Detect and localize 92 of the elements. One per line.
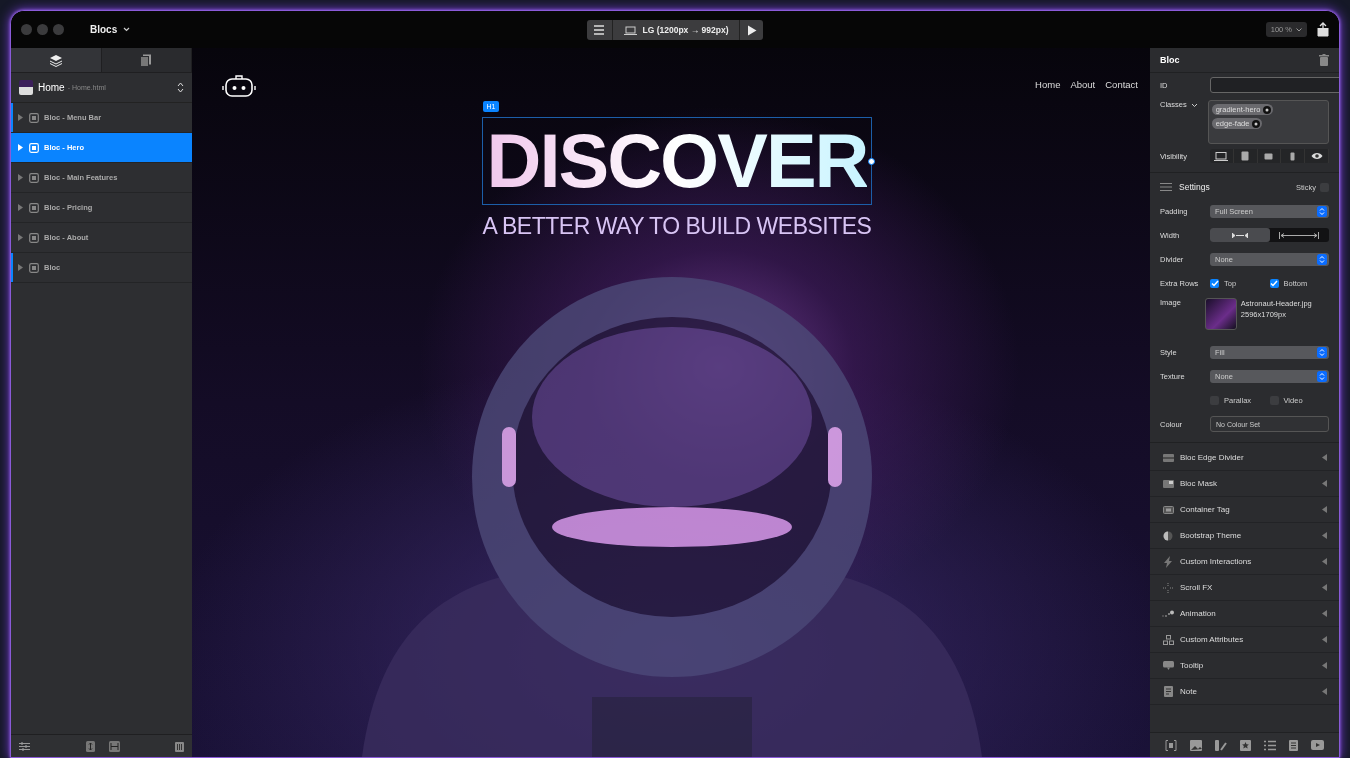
- resize-handle[interactable]: [868, 158, 876, 165]
- hierarchy-icon: [1162, 634, 1174, 645]
- disclosure-triangle-icon[interactable]: [18, 234, 23, 241]
- disclosure-triangle-icon: [1322, 454, 1327, 461]
- page-thumbnail: [19, 80, 33, 95]
- page-name: Home: [38, 82, 65, 93]
- disclosure-triangle-icon[interactable]: [18, 114, 23, 121]
- tooltip-icon: [1162, 661, 1174, 670]
- nav-link[interactable]: Home: [1035, 78, 1061, 90]
- share-icon[interactable]: [1317, 22, 1329, 37]
- bloc-icon: [29, 232, 39, 243]
- full-width-icon: [1279, 231, 1320, 239]
- disclosure-triangle-icon: [1322, 532, 1327, 539]
- trash-icon[interactable]: [175, 740, 184, 752]
- play-icon[interactable]: [747, 24, 758, 36]
- section-title: Settings: [1179, 182, 1210, 192]
- pages-icon[interactable]: [140, 53, 153, 67]
- disclosure-triangle-icon[interactable]: [18, 174, 23, 181]
- section-header[interactable]: Animation: [1150, 601, 1339, 627]
- contained-width-option[interactable]: [1210, 228, 1270, 242]
- bloc-icon: [29, 112, 39, 123]
- stepper-icon: [1317, 346, 1327, 358]
- disclosure-triangle-icon: [1322, 558, 1327, 565]
- section-header[interactable]: Custom Attributes: [1150, 627, 1339, 653]
- eye-icon[interactable]: [1310, 152, 1323, 160]
- nav-link[interactable]: About: [1070, 78, 1096, 90]
- bloc-icon: [29, 202, 39, 213]
- nav-link[interactable]: Contact: [1105, 78, 1138, 90]
- section-header[interactable]: Bootstrap Theme: [1150, 523, 1339, 549]
- star-icon[interactable]: [1240, 739, 1251, 751]
- section-header[interactable]: Bloc Mask: [1150, 471, 1339, 497]
- sliders-icon: [1160, 182, 1172, 192]
- breakpoint-button[interactable]: LG (1200px → 992px): [619, 25, 733, 35]
- tablet-icon[interactable]: [1264, 152, 1274, 160]
- lightning-icon: [1164, 555, 1172, 568]
- layers-icon[interactable]: [48, 53, 63, 67]
- chevron-icon: [123, 27, 131, 32]
- disclosure-triangle-icon[interactable]: [18, 264, 23, 271]
- hero-subheading: A BETTER WAY TO BUILD WEBSITES: [482, 213, 872, 240]
- menu-icon[interactable]: [592, 25, 605, 35]
- document-icon[interactable]: [1289, 739, 1299, 751]
- stepper-icon: [1317, 205, 1327, 217]
- section-header[interactable]: Tooltip: [1150, 653, 1339, 679]
- section-header[interactable]: Scroll FX: [1150, 575, 1339, 601]
- section-header[interactable]: Container Tag: [1150, 497, 1339, 523]
- disclosure-triangle-icon: [1322, 584, 1327, 591]
- contained-width-icon: [1231, 232, 1248, 238]
- chevron-icon: [1296, 27, 1302, 32]
- brush-icon[interactable]: [1214, 739, 1227, 751]
- mask-icon: [1162, 479, 1174, 488]
- note-icon: [1163, 686, 1173, 697]
- contrast-icon: [1163, 530, 1173, 541]
- tablet-icon[interactable]: [1241, 151, 1250, 161]
- section-header[interactable]: Bloc Edge Divider: [1150, 445, 1339, 471]
- checkbox[interactable]: [1269, 278, 1279, 288]
- image-thumbnail[interactable]: [1204, 298, 1237, 330]
- image-icon[interactable]: [1189, 739, 1202, 751]
- scroll-fx-icon: [1163, 582, 1173, 593]
- disclosure-triangle-icon: [1322, 506, 1327, 513]
- disclosure-triangle-icon: [1322, 688, 1327, 695]
- video-icon[interactable]: [1311, 740, 1325, 750]
- section-header[interactable]: Note: [1150, 679, 1339, 705]
- phone-icon[interactable]: [1290, 151, 1296, 161]
- animation-icon: [1162, 609, 1174, 618]
- laptop-icon[interactable]: [1214, 151, 1229, 161]
- horizontal-align-icon[interactable]: [108, 740, 120, 752]
- bloc-icon: [29, 142, 39, 153]
- trash-icon[interactable]: [1319, 54, 1329, 66]
- container-icon[interactable]: [1164, 739, 1177, 751]
- disclosure-triangle-icon: [1322, 662, 1327, 669]
- disclosure-triangle-icon: [1322, 636, 1327, 643]
- disclosure-triangle-icon: [1322, 480, 1327, 487]
- panel-title: Bloc: [1160, 55, 1180, 65]
- laptop-icon: [623, 25, 637, 35]
- robot-logo-icon[interactable]: [222, 74, 256, 98]
- list-icon[interactable]: [1264, 739, 1277, 751]
- stepper-icon: [1317, 253, 1327, 265]
- bloc-icon: [29, 262, 39, 273]
- chevron-icon[interactable]: [1190, 103, 1198, 108]
- id-field[interactable]: [1210, 77, 1339, 93]
- disclosure-triangle-icon[interactable]: [18, 144, 23, 151]
- container-icon: [1162, 505, 1174, 514]
- checkbox[interactable]: [1210, 278, 1219, 288]
- section-header[interactable]: Custom Interactions: [1150, 549, 1339, 575]
- disclosure-triangle-icon[interactable]: [18, 204, 23, 211]
- project-menu[interactable]: Blocs: [90, 24, 131, 35]
- vertical-align-icon[interactable]: [85, 740, 95, 752]
- sliders-icon[interactable]: [19, 741, 30, 751]
- bloc-icon: [29, 172, 39, 183]
- stepper-icon: [177, 82, 184, 93]
- stepper-icon: [1317, 370, 1327, 382]
- disclosure-triangle-icon: [1322, 610, 1327, 617]
